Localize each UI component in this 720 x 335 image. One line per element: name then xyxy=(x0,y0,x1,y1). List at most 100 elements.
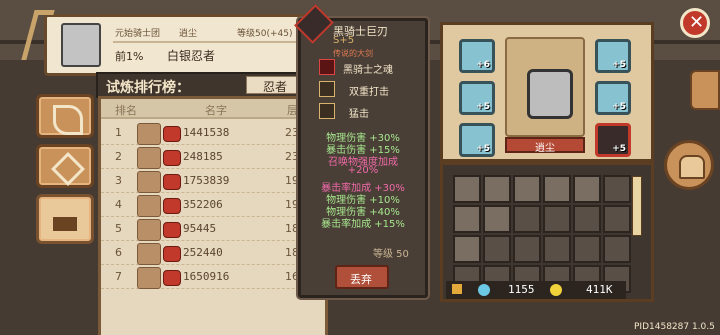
inventory-item[interactable] xyxy=(483,175,511,203)
row-name: 95445 xyxy=(183,222,217,235)
equipment-panel: +6 +5 +5 +5 +5 +5 逍尘 xyxy=(440,22,654,162)
row-rank: 3 xyxy=(115,174,122,187)
player-avatar-icon xyxy=(137,123,161,145)
class-icon xyxy=(163,174,181,190)
inventory-slot[interactable] xyxy=(483,235,511,263)
inventory-item[interactable] xyxy=(573,175,601,203)
row-name: 252440 xyxy=(183,246,223,259)
rank-percent: 前1% xyxy=(115,50,144,63)
gem-count: 1155 xyxy=(508,283,535,296)
diamond-icon xyxy=(51,152,85,186)
inventory-scrollbar[interactable] xyxy=(632,176,642,236)
rank-tier: 白银忍者 xyxy=(167,49,216,63)
table-row[interactable]: 7 1650916 168 xyxy=(101,265,325,289)
helmet-icon xyxy=(679,155,705,179)
class-icon xyxy=(163,246,181,262)
leaderboard-table[interactable]: 排名 名字 层 1 1441538 23 2 248185 23 3 1753839 19 4 35… xyxy=(98,96,328,335)
inventory-slot[interactable] xyxy=(513,205,541,233)
class-icon xyxy=(163,198,181,214)
close-button[interactable]: ✕ xyxy=(680,8,710,38)
table-header: 排名 名字 层 xyxy=(101,99,325,119)
pid-label: PID1458287 1.0.5 xyxy=(634,322,715,332)
table-row[interactable]: 3 1753839 19 xyxy=(101,169,325,193)
inventory-slot[interactable] xyxy=(603,235,631,263)
skill-icon-1 xyxy=(319,59,335,75)
inventory-item[interactable] xyxy=(483,205,511,233)
table-row[interactable]: 1 1441538 23 xyxy=(101,121,325,145)
skill-icon-2 xyxy=(319,81,335,97)
inventory-item[interactable] xyxy=(543,175,571,203)
table-row[interactable]: 5 95445 18 xyxy=(101,217,325,241)
gem-icon xyxy=(478,284,490,296)
player-header-panel: 元始骑士团 逍尘 等级50(+45) 前1% 白银忍者 xyxy=(44,14,314,76)
col-name: 名字 xyxy=(205,104,227,117)
row-rank: 1 xyxy=(115,126,122,139)
row-name: 352206 xyxy=(183,198,223,211)
discard-button[interactable]: 丢弃 xyxy=(335,265,389,289)
inventory-slot[interactable] xyxy=(513,235,541,263)
tab-feather[interactable] xyxy=(36,94,94,138)
leaderboard-title-bar: 试炼排行榜： 忍者 xyxy=(96,72,314,98)
player-avatar-icon xyxy=(137,195,161,217)
leaderboard-title: 试炼排行榜： xyxy=(106,80,190,96)
item-tooltip: 黑骑士巨刃 S+5 传说的大剑 黑骑士之魂 双重打击 猛击 物理伤害 +30% … xyxy=(294,4,428,298)
character-name-plate: 逍尘 xyxy=(505,137,585,154)
chest-slot[interactable]: +5 xyxy=(595,39,631,73)
row-name: 248185 xyxy=(183,150,223,163)
inventory-slot[interactable] xyxy=(603,175,631,203)
inventory-slot[interactable] xyxy=(543,205,571,233)
table-row[interactable]: 6 252440 18 xyxy=(101,241,325,265)
skill-3: 猛击 xyxy=(349,109,369,120)
inventory-item[interactable] xyxy=(513,175,541,203)
character-portrait xyxy=(505,37,585,137)
skill-icon-3 xyxy=(319,103,335,119)
stat-line: +20% xyxy=(347,165,379,176)
item-grade: S+5 xyxy=(333,35,355,46)
row-rank: 4 xyxy=(115,198,122,211)
inventory-slot[interactable] xyxy=(543,235,571,263)
row-rank: 7 xyxy=(115,270,122,283)
player-avatar xyxy=(61,23,101,67)
inventory-item[interactable] xyxy=(453,205,481,233)
item-subtitle: 传说的大剑 xyxy=(333,49,373,58)
row-floor: 18 xyxy=(285,246,299,259)
item-level: 等级 50 xyxy=(373,249,409,260)
guild-name: 元始骑士团 xyxy=(115,29,161,39)
row-floor: 18 xyxy=(285,222,299,235)
row-floor: 23 xyxy=(285,126,299,139)
class-icon xyxy=(163,126,181,142)
stat-line: 暴击率加成 +15% xyxy=(321,219,405,230)
inventory-slot[interactable] xyxy=(573,205,601,233)
inventory-slot[interactable] xyxy=(573,235,601,263)
row-name: 1441538 xyxy=(183,126,230,139)
inventory-item[interactable] xyxy=(453,175,481,203)
knight-sprite xyxy=(527,69,573,119)
table-row[interactable]: 2 248185 23 xyxy=(101,145,325,169)
inventory-slot[interactable] xyxy=(603,205,631,233)
player-avatar-icon xyxy=(137,147,161,169)
close-icon: ✕ xyxy=(689,12,705,33)
tab-diamond[interactable] xyxy=(36,144,94,188)
helmet-slot[interactable]: +5 xyxy=(459,81,495,115)
row-name: 1650916 xyxy=(183,270,230,283)
currency-bar: 1155 411K xyxy=(446,281,626,299)
tab-leaderboard[interactable] xyxy=(36,194,94,244)
gold-coin-icon xyxy=(550,284,562,296)
row-floor: 19 xyxy=(285,174,299,187)
side-hub-button[interactable] xyxy=(664,140,714,190)
player-avatar-icon xyxy=(137,267,161,289)
row-name: 1753839 xyxy=(183,174,230,187)
weapon-slot[interactable]: +5 xyxy=(595,123,631,157)
row-floor: 23 xyxy=(285,150,299,163)
col-rank: 排名 xyxy=(115,104,137,117)
skill-1: 黑骑士之魂 xyxy=(343,65,393,76)
gloves-slot[interactable]: +5 xyxy=(459,123,495,157)
lock-icon[interactable] xyxy=(452,284,462,294)
table-row[interactable]: 4 352206 19 xyxy=(101,193,325,217)
player-avatar-icon xyxy=(137,171,161,193)
boots-slot[interactable]: +5 xyxy=(595,81,631,115)
ring-slot[interactable]: +6 xyxy=(459,39,495,73)
inventory-item[interactable] xyxy=(453,235,481,263)
helmet-side-icon[interactable] xyxy=(690,70,720,110)
gold-count: 411K xyxy=(586,283,613,296)
